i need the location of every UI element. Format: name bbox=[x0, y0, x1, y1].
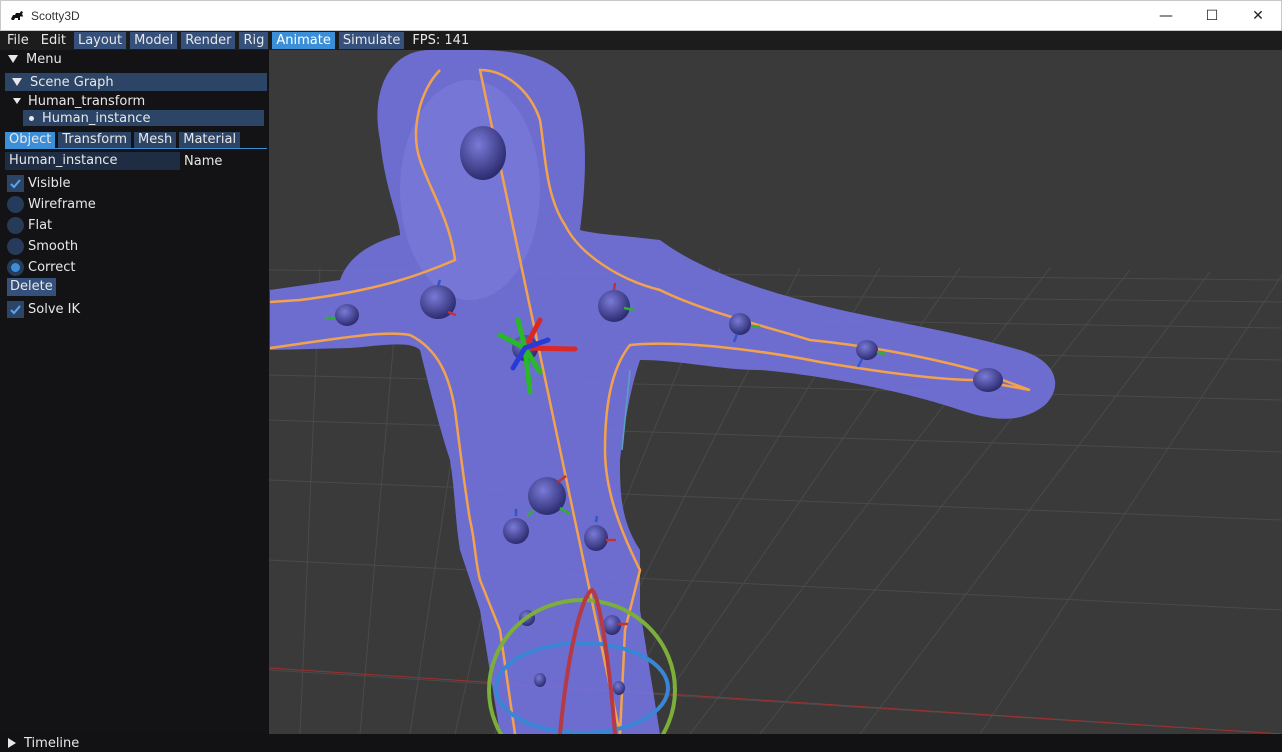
maximize-button[interactable]: ☐ bbox=[1189, 1, 1235, 30]
delete-button[interactable]: Delete bbox=[7, 278, 56, 296]
tab-material[interactable]: Material bbox=[179, 132, 241, 148]
collapse-triangle-icon bbox=[12, 78, 22, 86]
mode-layout-button[interactable]: Layout bbox=[73, 32, 127, 49]
window-titlebar: Scotty3D — ☐ ✕ bbox=[0, 0, 1282, 31]
radio-correct-row[interactable]: Correct bbox=[7, 258, 75, 276]
tree-node-human-instance[interactable]: Human_instance bbox=[23, 110, 264, 126]
radio-correct[interactable] bbox=[7, 258, 24, 276]
timeline-header[interactable]: Timeline bbox=[0, 734, 1282, 752]
joint-ankle-left bbox=[534, 673, 546, 687]
close-button[interactable]: ✕ bbox=[1235, 1, 1281, 30]
radio-label: Flat bbox=[28, 217, 53, 233]
bullet-icon bbox=[29, 115, 34, 121]
main-menubar: File Edit Layout Model Render Rig Animat… bbox=[0, 31, 1282, 50]
joint-hip-right bbox=[584, 525, 608, 551]
collapse-triangle-icon bbox=[8, 55, 18, 63]
name-label: Name bbox=[184, 153, 223, 169]
scotty-dog-icon bbox=[11, 10, 23, 20]
mode-animate-button[interactable]: Animate bbox=[272, 32, 335, 49]
scene-graph-label: Scene Graph bbox=[30, 74, 114, 90]
radio-flat[interactable] bbox=[7, 216, 24, 234]
solve-ik-checkbox[interactable] bbox=[7, 300, 24, 318]
side-panel: Menu Scene Graph Human_transform Human_i… bbox=[0, 50, 269, 734]
name-row: Human_instance Name bbox=[5, 152, 267, 170]
radio-smooth-row[interactable]: Smooth bbox=[7, 237, 78, 255]
fps-counter: FPS: 141 bbox=[412, 33, 470, 48]
mode-model-button[interactable]: Model bbox=[130, 32, 178, 49]
visible-label: Visible bbox=[28, 175, 71, 191]
tree-node-label: Human_transform bbox=[28, 93, 146, 109]
radio-wireframe[interactable] bbox=[7, 195, 24, 213]
mode-rig-button[interactable]: Rig bbox=[239, 32, 269, 49]
head-shape bbox=[400, 80, 540, 300]
joint-hand-right bbox=[973, 368, 1003, 392]
tab-object[interactable]: Object bbox=[5, 132, 56, 148]
scene-graph-header[interactable]: Scene Graph bbox=[5, 73, 267, 91]
tree-node-label: Human_instance bbox=[42, 110, 151, 126]
joint-ankle-right bbox=[613, 681, 625, 695]
visible-checkbox[interactable] bbox=[7, 174, 24, 192]
expand-triangle-icon bbox=[13, 98, 21, 104]
radio-wireframe-row[interactable]: Wireframe bbox=[7, 195, 96, 213]
solve-ik-checkbox-row[interactable]: Solve IK bbox=[7, 300, 80, 318]
tab-mesh[interactable]: Mesh bbox=[134, 132, 177, 148]
tab-transform[interactable]: Transform bbox=[58, 132, 132, 148]
window-title: Scotty3D bbox=[31, 8, 80, 23]
expand-triangle-icon bbox=[8, 738, 16, 748]
joint-head bbox=[460, 126, 506, 180]
menu-edit[interactable]: Edit bbox=[37, 32, 70, 49]
menu-header-label: Menu bbox=[26, 51, 62, 67]
radio-selected-dot bbox=[11, 262, 20, 272]
joint-hip-left bbox=[503, 518, 529, 544]
mode-render-button[interactable]: Render bbox=[181, 32, 236, 49]
checkmark-icon bbox=[10, 304, 21, 314]
menu-collapse-header[interactable]: Menu bbox=[0, 50, 269, 68]
joint-shoulder-right bbox=[598, 290, 630, 322]
timeline-label: Timeline bbox=[24, 735, 80, 751]
checkmark-icon bbox=[10, 178, 21, 188]
mode-simulate-button[interactable]: Simulate bbox=[338, 32, 405, 49]
radio-flat-row[interactable]: Flat bbox=[7, 216, 52, 234]
radio-label: Smooth bbox=[28, 238, 79, 254]
name-input[interactable]: Human_instance bbox=[5, 152, 180, 170]
joint-elbow-left bbox=[335, 304, 359, 326]
properties-tabs: Object Transform Mesh Material bbox=[5, 132, 267, 149]
solve-ik-label: Solve IK bbox=[28, 301, 80, 317]
minimize-button[interactable]: — bbox=[1143, 1, 1189, 30]
visible-checkbox-row[interactable]: Visible bbox=[7, 174, 70, 192]
tree-node-human-transform[interactable]: Human_transform bbox=[13, 93, 145, 109]
joint-wrist-right bbox=[856, 340, 878, 360]
radio-label: Wireframe bbox=[28, 196, 96, 212]
radio-label: Correct bbox=[28, 259, 76, 275]
menu-file[interactable]: File bbox=[3, 32, 33, 49]
joint-elbow-right bbox=[729, 313, 751, 335]
radio-smooth[interactable] bbox=[7, 237, 24, 255]
